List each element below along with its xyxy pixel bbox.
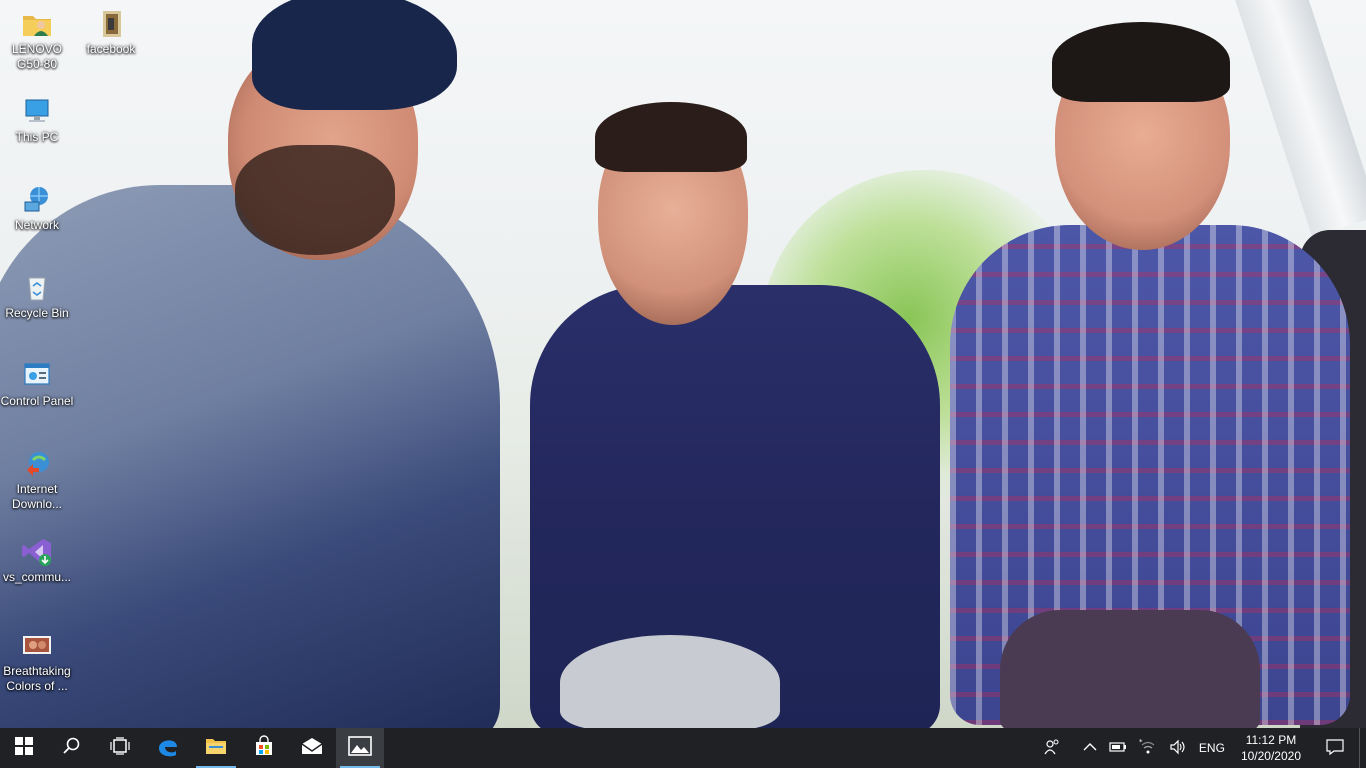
notification-icon	[1326, 738, 1344, 759]
clock-time: 11:12 PM	[1245, 733, 1297, 747]
desktop-icon-internet-download-manager[interactable]: Internet Downlo...	[0, 448, 74, 512]
chevron-up-icon	[1083, 741, 1097, 755]
desktop-icon-label: Breathtaking Colors of ...	[3, 664, 71, 693]
taskbar-mail-button[interactable]	[288, 728, 336, 768]
image-file-icon	[21, 630, 53, 662]
wallpaper-person-middle-shoe	[560, 635, 780, 728]
clock[interactable]: 11:12 PM 10/20/2020	[1231, 728, 1311, 768]
wallpaper-person-left-cap	[252, 0, 457, 110]
visual-studio-installer-icon	[21, 536, 53, 568]
desktop-icon-label: Control Panel	[0, 394, 74, 408]
network-status-button[interactable]: *	[1133, 728, 1163, 768]
folder-icon	[95, 8, 127, 40]
desktop-icon-network[interactable]: Network	[0, 184, 74, 233]
wallpaper-person-left	[0, 185, 500, 728]
desktop-icon-label: facebook	[86, 42, 136, 56]
show-desktop-button[interactable]	[1359, 728, 1366, 768]
desktop-icon-label: Internet Downlo...	[11, 482, 63, 511]
desktop-icon-label: LENOVO G50-80	[11, 42, 62, 71]
wallpaper-person-right-hair	[1052, 22, 1230, 102]
battery-button[interactable]	[1103, 728, 1133, 768]
search-icon	[63, 737, 81, 760]
wallpaper-pole	[1232, 0, 1366, 238]
start-button[interactable]	[0, 728, 48, 768]
desktop-icon-facebook[interactable]: facebook	[74, 8, 148, 57]
speaker-icon	[1169, 739, 1187, 758]
file-explorer-icon	[205, 736, 227, 761]
task-view-icon	[110, 736, 130, 760]
windows-start-icon	[15, 736, 33, 760]
desktop-icon-vs-community[interactable]: vs_commu...	[0, 536, 74, 585]
wifi-icon: *	[1139, 738, 1157, 758]
user-folder-icon	[21, 8, 53, 40]
mail-icon	[300, 736, 324, 761]
wallpaper-person-middle-hair	[595, 102, 747, 172]
recycle-bin-icon	[21, 272, 53, 304]
network-icon	[21, 184, 53, 216]
desktop-icon-breathtaking-colors[interactable]: Breathtaking Colors of ...	[0, 630, 74, 694]
computer-icon	[21, 96, 53, 128]
photos-icon	[348, 735, 372, 761]
desktop-icon-lenovo[interactable]: LENOVO G50-80	[0, 8, 74, 72]
wallpaper-person-left-beard	[235, 145, 395, 255]
wallpaper-person-right-legs	[1000, 610, 1260, 728]
search-button[interactable]	[48, 728, 96, 768]
taskbar-file-explorer-button[interactable]	[192, 728, 240, 768]
desktop-icon-this-pc[interactable]: This PC	[0, 96, 74, 145]
clock-date: 10/20/2020	[1240, 749, 1301, 763]
system-tray: * ENG 11:12 PM 10/20/2020	[1037, 728, 1366, 768]
svg-text:*: *	[1139, 739, 1143, 746]
desktop[interactable]: LENOVO G50-80 facebook This PC Network R…	[0, 0, 1366, 728]
microsoft-store-icon	[253, 734, 275, 762]
input-language-button[interactable]: ENG	[1193, 728, 1231, 768]
download-manager-icon	[21, 448, 53, 480]
people-button[interactable]	[1037, 728, 1067, 768]
show-hidden-icons-button[interactable]	[1077, 728, 1103, 768]
taskbar-edge-button[interactable]	[144, 728, 192, 768]
desktop-icon-label: Network	[14, 218, 59, 232]
taskbar-store-button[interactable]	[240, 728, 288, 768]
task-view-button[interactable]	[96, 728, 144, 768]
control-panel-icon	[21, 360, 53, 392]
desktop-icon-label: Recycle Bin	[5, 306, 69, 320]
people-icon	[1043, 738, 1061, 759]
action-center-button[interactable]	[1311, 728, 1359, 768]
volume-button[interactable]	[1163, 728, 1193, 768]
desktop-icon-recycle-bin[interactable]: Recycle Bin	[0, 272, 74, 321]
desktop-icon-control-panel[interactable]: Control Panel	[0, 360, 74, 409]
taskbar-photos-button[interactable]	[336, 728, 384, 768]
taskbar: * ENG 11:12 PM 10/20/2020	[0, 728, 1366, 768]
battery-icon	[1109, 741, 1127, 756]
edge-icon	[157, 735, 179, 762]
desktop-icon-label: This PC	[15, 130, 59, 144]
desktop-icon-label: vs_commu...	[2, 570, 71, 584]
